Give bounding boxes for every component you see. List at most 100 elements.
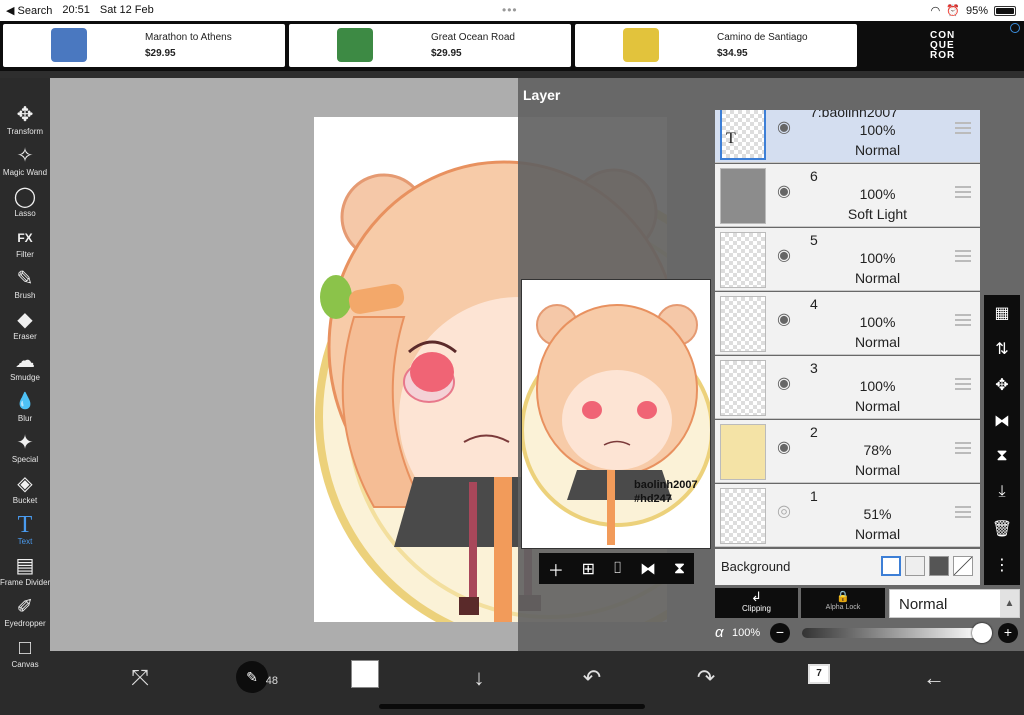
visibility-eye-icon[interactable]: ◉ — [777, 117, 791, 137]
opacity-increase-button[interactable]: + — [998, 623, 1018, 643]
redo-icon[interactable]: ↷ — [686, 665, 726, 691]
alpha-lock-button[interactable]: 🔒 Alpha Lock — [801, 588, 885, 618]
more-options-icon[interactable]: ⋮ — [984, 555, 1020, 575]
tool-brush[interactable]: ✎ Brush — [0, 268, 50, 300]
tool-text[interactable]: T Text — [0, 513, 50, 546]
layer-thumbnail — [720, 168, 766, 224]
ad-item-ocean-road[interactable]: Great Ocean Road $29.95 — [289, 24, 571, 67]
medal-icon — [51, 28, 87, 62]
tool-label: Frame Divider — [0, 578, 51, 587]
multitask-dots-icon[interactable]: ••• — [502, 3, 518, 17]
add-image-layer-icon[interactable]: ⊞ — [582, 559, 595, 579]
tool-label: Lasso — [14, 209, 36, 218]
move-layer-icon[interactable]: ✥ — [984, 375, 1020, 395]
layer-row-5[interactable]: ◉ 5 100% Normal — [715, 228, 980, 291]
tool-label: Brush — [14, 291, 36, 300]
quick-transform-icon[interactable]: ⤧ — [120, 665, 160, 691]
background-white-swatch[interactable] — [881, 556, 901, 576]
visibility-eye-icon[interactable]: ◉ — [777, 437, 791, 457]
tool-bucket[interactable]: ◈ Bucket — [0, 473, 50, 505]
flip-vertical-layer-icon[interactable]: ⧗ — [984, 447, 1020, 465]
tool-label: Blur — [17, 414, 33, 423]
dropdown-arrow-icon: ▲ — [1000, 590, 1019, 617]
ad-item-marathon[interactable]: Marathon to Athens $29.95 — [3, 24, 285, 67]
wifi-icon: ◠ — [930, 5, 941, 17]
layer-blend-mode: Normal — [854, 462, 901, 478]
canvas-icon: □ — [18, 637, 32, 659]
layer-row-2[interactable]: ◉ 2 78% Normal — [715, 420, 980, 483]
tool-eyedropper[interactable]: ✐ Eyedropper — [0, 596, 50, 628]
layer-row-4[interactable]: ◉ 4 100% Normal — [715, 292, 980, 355]
layer-row-3[interactable]: ◉ 3 100% Normal — [715, 356, 980, 419]
opacity-slider[interactable] — [802, 623, 992, 643]
transform-icon: ✥ — [16, 104, 34, 126]
blend-mode-select[interactable]: Normal ▲ — [889, 589, 1020, 618]
tool-canvas[interactable]: □ Canvas — [0, 637, 50, 669]
drag-handle-icon[interactable] — [955, 442, 971, 454]
ad-item-camino[interactable]: Camino de Santiago $34.95 — [575, 24, 857, 67]
add-layer-icon[interactable]: ＋ — [548, 557, 564, 581]
flip-vertical-icon[interactable]: ⧗ — [674, 560, 685, 578]
undo-icon[interactable]: ↶ — [572, 665, 612, 691]
camera-icon[interactable]: ⌷ — [613, 560, 623, 578]
layer-row-1[interactable]: ◎ 1 51% Normal — [715, 484, 980, 547]
merge-down-icon[interactable]: ⤓ — [984, 483, 1020, 501]
layer-blend-mode: Normal — [854, 270, 901, 286]
visibility-eye-icon[interactable]: ◎ — [777, 501, 791, 521]
tool-magic-wand[interactable]: ✧ Magic Wand — [0, 145, 50, 177]
tool-label: Smudge — [10, 373, 40, 382]
visibility-eye-icon[interactable]: ◉ — [777, 245, 791, 265]
drag-handle-icon[interactable] — [955, 506, 971, 518]
magic-wand-icon: ✧ — [16, 145, 34, 167]
ad-info-icon[interactable] — [1010, 23, 1020, 33]
checkerboard-icon[interactable]: ▦ — [984, 303, 1020, 323]
brush-size-button[interactable]: ✎ 48 — [236, 661, 278, 693]
back-arrow-icon[interactable]: ← — [914, 665, 954, 691]
slider-knob[interactable] — [972, 623, 992, 643]
layer-preview: baolinh2007 #hd247 — [521, 279, 711, 549]
visibility-eye-icon[interactable]: ◉ — [777, 373, 791, 393]
layer-opacity: 51% — [863, 506, 892, 522]
background-checker-dark-swatch[interactable] — [929, 556, 949, 576]
home-indicator[interactable] — [379, 704, 645, 709]
drag-handle-icon[interactable] — [955, 378, 971, 390]
layer-thumbnail — [720, 424, 766, 480]
trash-icon[interactable]: 🗑 — [984, 519, 1020, 539]
tool-blur[interactable]: 💧 Blur — [0, 391, 50, 423]
back-to-search-link[interactable]: ◀ Search — [6, 4, 52, 17]
swap-layers-icon[interactable]: ⇅ — [984, 339, 1020, 359]
layer-opacity: 100% — [859, 186, 896, 202]
tool-frame-divider[interactable]: ▤ Frame Divider — [0, 555, 50, 587]
flip-horizontal-layer-icon[interactable]: ⧓ — [984, 411, 1020, 431]
visibility-eye-icon[interactable]: ◉ — [777, 309, 791, 329]
tool-special[interactable]: ✦ Special — [0, 432, 50, 464]
background-checker-light-swatch[interactable] — [905, 556, 925, 576]
ad-brand-logo[interactable]: CON QUE ROR — [930, 31, 955, 61]
tool-eraser[interactable]: ◆ Eraser — [0, 309, 50, 341]
tool-smudge[interactable]: ☁ Smudge — [0, 350, 50, 382]
drag-handle-icon[interactable] — [955, 314, 971, 326]
layers-button[interactable]: 7 — [808, 664, 830, 684]
color-picker-button[interactable] — [351, 660, 379, 688]
filter-icon: FX — [17, 231, 33, 245]
background-none-swatch[interactable] — [953, 556, 973, 576]
layer-panel-title: Layer — [523, 87, 561, 103]
down-arrow-icon[interactable]: ↓ — [459, 665, 499, 691]
tool-transform[interactable]: ✥ Transform — [0, 104, 50, 136]
flip-horizontal-icon[interactable]: ⧓ — [640, 559, 656, 579]
ad-title: Marathon to Athens — [145, 32, 232, 43]
drag-handle-icon[interactable] — [955, 186, 971, 198]
drag-handle-icon[interactable] — [955, 250, 971, 262]
layer-row-7[interactable]: T ◉ 7:baolinh2007 100% Normal — [715, 110, 980, 163]
lock-icon: 🔒 — [836, 591, 850, 603]
tool-lasso[interactable]: ◯ Lasso — [0, 186, 50, 218]
drag-handle-icon[interactable] — [955, 122, 971, 134]
eyedropper-icon: ✐ — [16, 596, 34, 618]
tool-filter[interactable]: FX Filter — [0, 227, 50, 259]
layer-row-6[interactable]: ◉ 6 100% Soft Light — [715, 164, 980, 227]
clipping-button[interactable]: ↲ Clipping — [715, 588, 798, 618]
visibility-eye-icon[interactable]: ◉ — [777, 181, 791, 201]
opacity-decrease-button[interactable]: − — [770, 623, 790, 643]
layer-name: 4 — [810, 296, 818, 312]
tool-sidebar: ✥ Transform ✧ Magic Wand ◯ Lasso FX Filt… — [0, 78, 50, 715]
